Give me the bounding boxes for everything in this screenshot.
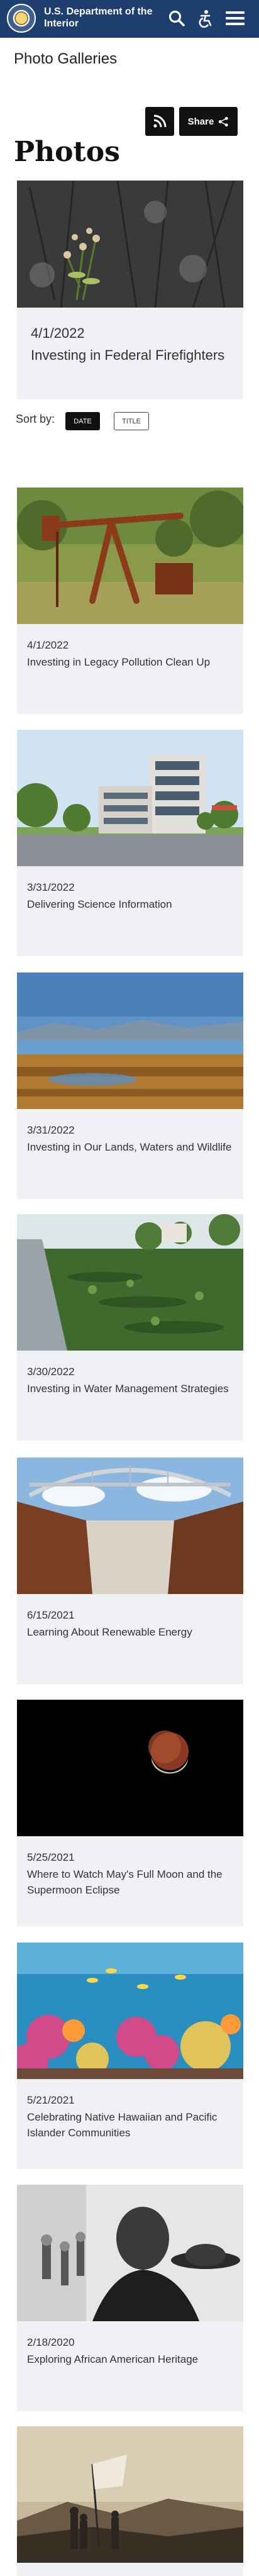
gallery-date: 3/31/2022 [27, 1124, 75, 1136]
gallery-title[interactable]: Celebrating Native Hawaiian and Pacific … [27, 2109, 241, 2141]
sort-by-date-button[interactable]: DATE [65, 412, 100, 430]
doi-seal-logo[interactable] [7, 4, 36, 33]
gallery-card[interactable]: 5/21/2021 Celebrating Native Hawaiian an… [17, 1943, 243, 2169]
gallery-title[interactable]: Where to Watch May's Full Moon and the S… [27, 1866, 241, 1898]
sort-label: Sort by: [16, 413, 55, 425]
gallery-title[interactable]: Learning About Renewable Energy [27, 1624, 241, 1640]
gallery-date: 2/18/2020 [27, 2336, 75, 2348]
gallery-card[interactable] [17, 2426, 243, 2576]
gallery-card[interactable]: 4/1/2022 Investing in Legacy Pollution C… [17, 488, 243, 714]
gallery-photo-science-building [17, 730, 243, 866]
share-label: Share [187, 116, 214, 127]
accessibility-icon[interactable] [196, 9, 214, 28]
featured-title[interactable]: Investing in Federal Firefighters [31, 345, 232, 365]
menu-icon[interactable] [224, 9, 246, 28]
agency-name-line2: Interior [44, 18, 79, 29]
page-heading: Photos [14, 136, 120, 168]
agency-name[interactable]: U.S. Department of the Interior [44, 6, 163, 30]
gallery-photo-sunset-flag [17, 2426, 243, 2563]
section-title[interactable]: Photo Galleries [14, 50, 117, 68]
gallery-photo-mlk-portrait [17, 2185, 243, 2321]
gallery-photo-coral-reef [17, 1943, 243, 2079]
gallery-photo-pump-jack [17, 488, 243, 624]
featured-date: 4/1/2022 [31, 325, 85, 341]
gallery-title[interactable]: Delivering Science Information [27, 896, 241, 912]
gallery-title[interactable]: Investing in Our Lands, Waters and Wildl… [27, 1139, 241, 1155]
gallery-date: 4/1/2022 [27, 639, 69, 651]
featured-photo-firefighters [17, 181, 243, 308]
rss-button[interactable] [145, 107, 174, 136]
gallery-date: 5/25/2021 [27, 1851, 75, 1863]
share-icon [219, 116, 229, 126]
share-button[interactable]: Share [179, 107, 238, 136]
gallery-title[interactable]: Exploring African American Heritage [27, 2351, 241, 2367]
gallery-card[interactable]: 3/31/2022 Investing in Our Lands, Waters… [17, 973, 243, 1199]
featured-gallery-card[interactable]: 4/1/2022 Investing in Federal Firefighte… [17, 181, 243, 399]
gallery-photo-dam-bridge [17, 1458, 243, 1594]
agency-name-line1: U.S. Department of the [44, 6, 153, 17]
gallery-card[interactable]: 5/25/2021 Where to Watch May's Full Moon… [17, 1700, 243, 1926]
gallery-date: 6/15/2021 [27, 1609, 75, 1621]
gallery-photo-wetlands [17, 973, 243, 1109]
site-header: U.S. Department of the Interior [0, 0, 259, 38]
gallery-photo-water-crops [17, 1214, 243, 1351]
gallery-title[interactable]: Investing in Legacy Pollution Clean Up [27, 654, 241, 670]
gallery-date: 3/30/2022 [27, 1366, 75, 1378]
gallery-photo-eclipse-moon [17, 1700, 243, 1836]
gallery-card[interactable]: 6/15/2021 Learning About Renewable Energ… [17, 1458, 243, 1684]
sort-by-title-button[interactable]: TITLE [114, 412, 149, 430]
gallery-title[interactable]: Investing in Water Management Strategies [27, 1381, 241, 1397]
gallery-card[interactable]: 2/18/2020 Exploring African American Her… [17, 2185, 243, 2411]
rss-icon [153, 114, 167, 128]
gallery-card[interactable]: 3/30/2022 Investing in Water Management … [17, 1214, 243, 1441]
gallery-date: 5/21/2021 [27, 2094, 75, 2106]
gallery-date: 3/31/2022 [27, 881, 75, 893]
gallery-card[interactable]: 3/31/2022 Delivering Science Information [17, 730, 243, 956]
search-icon[interactable] [167, 9, 186, 28]
